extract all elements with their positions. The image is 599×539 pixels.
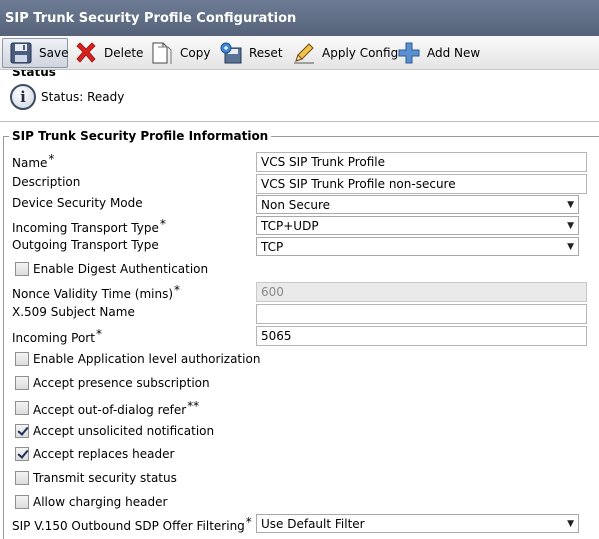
delete-label: Delete xyxy=(104,46,144,60)
out-of-dialog-checkbox[interactable] xyxy=(15,401,29,415)
status-row: i Status: Ready xyxy=(10,84,124,110)
info-icon: i xyxy=(10,84,36,110)
enable-digest-label: Enable Digest Authentication xyxy=(33,262,209,276)
presence-sub-row: Accept presence subscription xyxy=(15,376,210,390)
replaces-header-label: Accept replaces header xyxy=(33,447,175,461)
replaces-header-row: Accept replaces header xyxy=(15,447,174,461)
device-security-mode-select[interactable]: Non Secure ▼ xyxy=(256,195,579,214)
apply-config-label: Apply Config xyxy=(322,46,399,60)
status-text: Status: Ready xyxy=(41,90,125,104)
x509-subject-field[interactable] xyxy=(256,304,587,324)
outgoing-transport-label: Outgoing Transport Type xyxy=(12,238,159,252)
chevron-down-icon: ▼ xyxy=(567,241,574,252)
transmit-security-label: Transmit security status xyxy=(33,471,177,485)
add-new-label: Add New xyxy=(427,46,481,60)
reset-label: Reset xyxy=(249,46,283,60)
replaces-header-checkbox[interactable] xyxy=(15,447,29,461)
chevron-down-icon: ▼ xyxy=(567,220,574,231)
floppy-disk-icon xyxy=(9,41,33,65)
outgoing-transport-select[interactable]: TCP ▼ xyxy=(256,237,579,256)
enable-digest-row: Enable Digest Authentication xyxy=(15,262,208,276)
charging-header-checkbox[interactable] xyxy=(15,495,29,509)
app-level-auth-checkbox[interactable] xyxy=(15,352,29,366)
page-title: SIP Trunk Security Profile Configuration xyxy=(0,0,599,36)
copy-button[interactable]: Copy xyxy=(150,38,210,68)
enable-digest-checkbox[interactable] xyxy=(15,262,29,276)
status-heading: Status xyxy=(12,70,56,76)
pencil-icon xyxy=(292,41,316,65)
divider xyxy=(0,121,599,122)
incoming-port-label: Incoming Port* xyxy=(12,327,102,345)
unsolicited-label: Accept unsolicited notification xyxy=(33,424,215,438)
chevron-down-icon: ▼ xyxy=(567,518,574,529)
toolbar: Save Delete Copy Reset Apply Config Add … xyxy=(0,36,599,70)
incoming-port-field[interactable] xyxy=(256,326,587,346)
sdp-filter-select[interactable]: Use Default Filter ▼ xyxy=(256,514,579,533)
copy-document-icon xyxy=(150,41,174,65)
presence-sub-checkbox[interactable] xyxy=(15,376,29,390)
delete-button[interactable]: Delete xyxy=(74,38,143,68)
reset-icon xyxy=(219,41,243,65)
app-level-auth-label: Enable Application level authorization xyxy=(33,352,261,366)
x509-subject-label: X.509 Subject Name xyxy=(12,305,135,319)
transmit-security-checkbox[interactable] xyxy=(15,471,29,485)
device-security-mode-label: Device Security Mode xyxy=(12,196,143,210)
reset-button[interactable]: Reset xyxy=(219,38,283,68)
plus-icon xyxy=(397,41,421,65)
description-field[interactable] xyxy=(256,174,587,194)
charging-header-row: Allow charging header xyxy=(15,495,167,509)
name-field[interactable] xyxy=(256,152,587,172)
red-x-icon xyxy=(74,41,98,65)
charging-header-label: Allow charging header xyxy=(33,495,168,509)
incoming-transport-select[interactable]: TCP+UDP ▼ xyxy=(256,216,579,235)
copy-label: Copy xyxy=(180,46,211,60)
name-label: Name* xyxy=(12,152,55,170)
add-new-button[interactable]: Add New xyxy=(397,38,480,68)
incoming-transport-label: Incoming Transport Type* xyxy=(12,217,166,235)
presence-sub-label: Accept presence subscription xyxy=(33,376,210,390)
save-button[interactable]: Save xyxy=(2,38,68,68)
description-label: Description xyxy=(12,175,81,189)
apply-config-button[interactable]: Apply Config xyxy=(292,38,398,68)
section-title: SIP Trunk Security Profile Information xyxy=(9,129,272,143)
nonce-validity-field xyxy=(256,282,587,302)
unsolicited-row: Accept unsolicited notification xyxy=(15,424,214,438)
out-of-dialog-label: Accept out-of-dialog refer** xyxy=(33,399,200,417)
chevron-down-icon: ▼ xyxy=(567,199,574,210)
save-label: Save xyxy=(39,46,69,60)
sdp-filter-label: SIP V.150 Outbound SDP Offer Filtering* xyxy=(12,515,252,533)
out-of-dialog-row: Accept out-of-dialog refer** xyxy=(15,399,199,417)
nonce-validity-label: Nonce Validity Time (mins)* xyxy=(12,283,181,301)
unsolicited-checkbox[interactable] xyxy=(15,424,29,438)
transmit-security-row: Transmit security status xyxy=(15,471,177,485)
app-level-auth-row: Enable Application level authorization xyxy=(15,352,260,366)
